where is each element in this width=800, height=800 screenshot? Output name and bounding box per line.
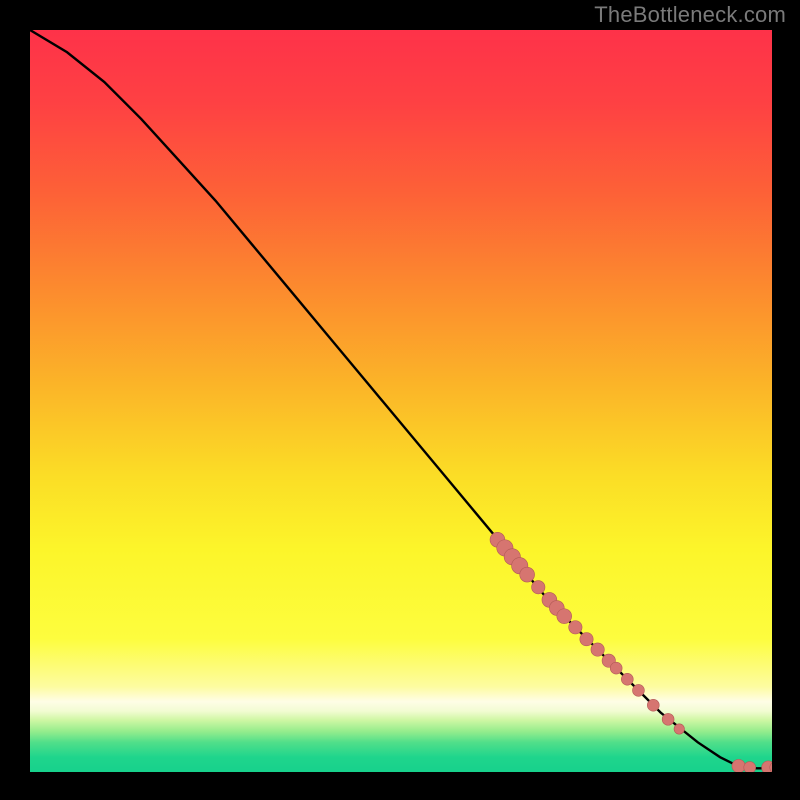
chart-root: TheBottleneck.com	[0, 0, 800, 800]
chart-marker	[591, 643, 604, 656]
chart-marker	[610, 662, 622, 674]
chart-marker	[580, 633, 593, 646]
chart-marker	[532, 581, 545, 594]
chart-marker	[520, 567, 535, 582]
chart-marker	[744, 762, 756, 772]
chart-marker	[662, 713, 674, 725]
chart-marker	[557, 609, 572, 624]
chart-marker	[621, 673, 633, 685]
chart-marker	[647, 699, 659, 711]
watermark-text: TheBottleneck.com	[594, 2, 786, 28]
chart-marker	[633, 684, 645, 696]
chart-marker	[569, 621, 582, 634]
chart-svg	[30, 30, 772, 772]
chart-marker	[732, 759, 745, 772]
chart-marker	[674, 724, 684, 734]
plot-area	[30, 30, 772, 772]
chart-background	[30, 30, 772, 772]
